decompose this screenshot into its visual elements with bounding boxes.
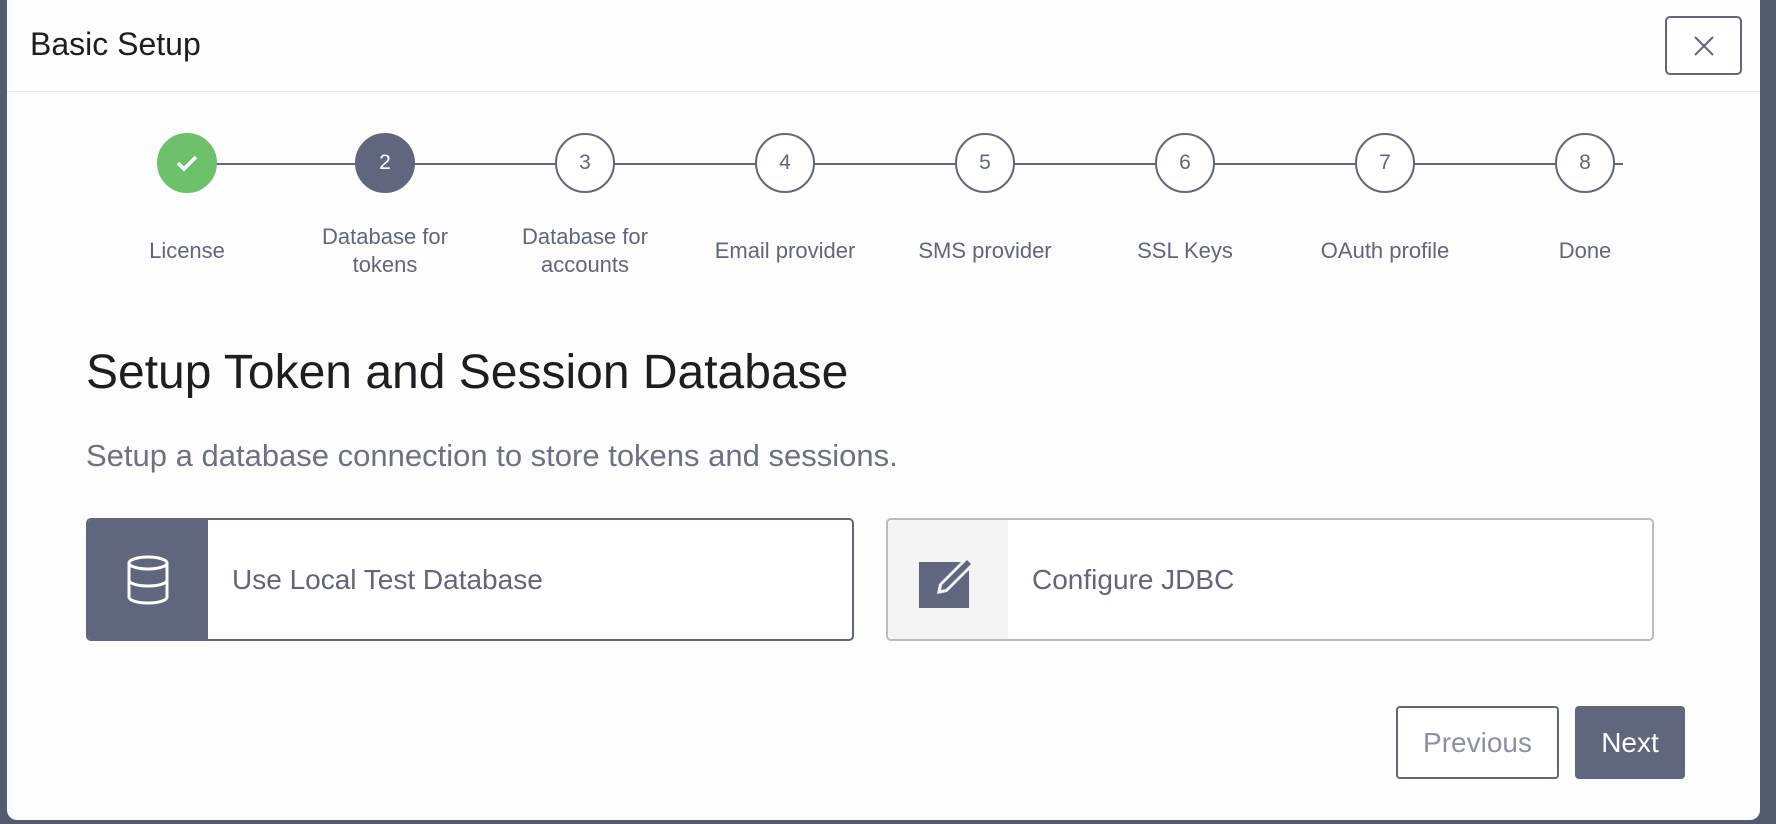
step-label: Database for tokens: [322, 224, 448, 277]
step-label: License: [149, 238, 225, 263]
step-label: Done: [1558, 238, 1612, 263]
step-license[interactable]: License: [77, 133, 297, 265]
step-circle: 3: [555, 133, 615, 193]
database-icon: [127, 555, 169, 605]
setup-stepper: License 2 Database for tokens 3 Database…: [7, 0, 1760, 290]
step-label: SMS provider: [918, 238, 1052, 263]
step-label: Database for accounts: [522, 224, 648, 277]
step-ssl-keys[interactable]: 6 SSL Keys: [1075, 133, 1295, 265]
step-circle: 6: [1155, 133, 1215, 193]
option-icon-box: [88, 520, 208, 639]
page-title: Setup Token and Session Database: [86, 346, 849, 399]
step-database-tokens[interactable]: 2 Database for tokens: [275, 133, 495, 279]
page-description: Setup a database connection to store tok…: [86, 438, 898, 473]
step-oauth-profile[interactable]: 7 OAuth profile: [1275, 133, 1495, 265]
previous-button[interactable]: Previous: [1396, 706, 1559, 779]
option-local-test-database[interactable]: Use Local Test Database: [86, 518, 854, 641]
next-button[interactable]: Next: [1575, 706, 1685, 779]
step-circle: 2: [355, 133, 415, 193]
step-circle: 4: [755, 133, 815, 193]
step-label: Email provider: [714, 238, 856, 263]
step-circle: 8: [1555, 133, 1615, 193]
check-icon: [176, 155, 198, 172]
step-done[interactable]: 8 Done: [1475, 133, 1695, 265]
option-icon-box: [888, 520, 1008, 639]
setup-modal: Basic Setup License 2 Database for token…: [7, 0, 1760, 820]
option-configure-jdbc[interactable]: Configure JDBC: [886, 518, 1654, 641]
option-label: Configure JDBC: [1032, 563, 1235, 595]
step-sms-provider[interactable]: 5 SMS provider: [875, 133, 1095, 265]
step-circle: [157, 133, 217, 193]
step-label: OAuth profile: [1320, 238, 1450, 263]
step-database-accounts[interactable]: 3 Database for accounts: [475, 133, 695, 279]
step-email-provider[interactable]: 4 Email provider: [675, 133, 895, 265]
step-circle: 5: [955, 133, 1015, 193]
option-label: Use Local Test Database: [232, 563, 543, 595]
edit-icon: [919, 555, 975, 608]
step-circle: 7: [1355, 133, 1415, 193]
step-label: SSL Keys: [1137, 238, 1233, 263]
